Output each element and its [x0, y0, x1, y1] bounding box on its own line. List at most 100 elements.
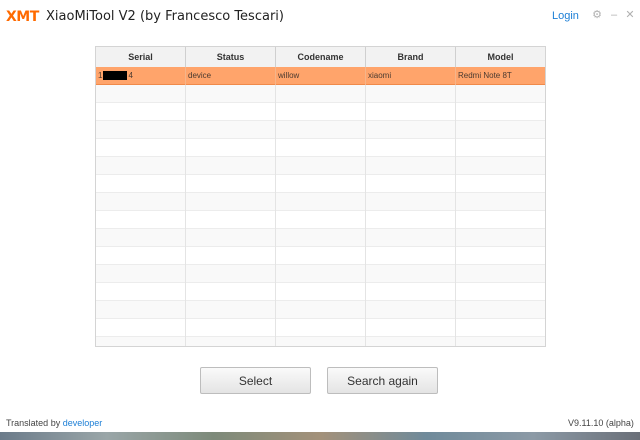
empty-cell [96, 85, 186, 103]
serial-suffix: 4 [128, 71, 133, 80]
empty-cell [96, 211, 186, 229]
empty-cell [96, 121, 186, 139]
empty-cell [366, 337, 456, 346]
minimize-icon[interactable]: – [607, 8, 621, 22]
empty-cell [366, 211, 456, 229]
empty-table-row [96, 85, 545, 103]
column-header-serial[interactable]: Serial [96, 47, 186, 67]
empty-cell [276, 319, 366, 337]
table-row[interactable]: 14 device willow xiaomi Redmi Note 8T [96, 67, 545, 85]
empty-cell [456, 265, 545, 283]
device-table: Serial Status Codename Brand Model 14 de… [95, 46, 546, 347]
empty-cell [366, 139, 456, 157]
empty-cell [96, 265, 186, 283]
empty-cell [186, 121, 276, 139]
empty-cell [186, 337, 276, 346]
empty-cell [186, 103, 276, 121]
empty-cell [276, 229, 366, 247]
table-header: Serial Status Codename Brand Model [96, 47, 545, 68]
translated-by-label: Translated by [6, 418, 61, 428]
desktop-taskbar [0, 432, 640, 440]
app-title: XiaoMiTool V2 (by Francesco Tescari) [46, 9, 284, 24]
empty-cell [366, 283, 456, 301]
footer-credits: Translated by developer [6, 418, 102, 428]
close-icon[interactable]: ✕ [623, 8, 637, 22]
empty-cell [456, 337, 545, 346]
empty-cell [276, 85, 366, 103]
version-label: V9.11.10 (alpha) [568, 418, 634, 428]
gear-icon[interactable]: ⚙ [590, 8, 604, 22]
empty-cell [186, 193, 276, 211]
empty-table-row [96, 211, 545, 229]
login-link[interactable]: Login [552, 10, 579, 22]
developer-link[interactable]: developer [63, 418, 103, 428]
empty-table-row [96, 319, 545, 337]
empty-table-row [96, 265, 545, 283]
empty-cell [456, 103, 545, 121]
empty-cell [96, 175, 186, 193]
empty-cell [186, 283, 276, 301]
empty-cell [366, 157, 456, 175]
empty-cell [96, 229, 186, 247]
empty-cell [456, 157, 545, 175]
empty-cell [456, 247, 545, 265]
empty-table-row [96, 247, 545, 265]
empty-cell [456, 283, 545, 301]
empty-cell [186, 229, 276, 247]
empty-cell [366, 121, 456, 139]
empty-table-row [96, 121, 545, 139]
empty-table-row [96, 301, 545, 319]
cell-serial: 14 [96, 67, 186, 85]
empty-cell [366, 301, 456, 319]
empty-cell [456, 229, 545, 247]
empty-cell [366, 319, 456, 337]
empty-cell [186, 211, 276, 229]
empty-cell [186, 265, 276, 283]
empty-cell [456, 319, 545, 337]
empty-cell [276, 175, 366, 193]
empty-cell [366, 85, 456, 103]
empty-cell [276, 283, 366, 301]
column-header-codename[interactable]: Codename [276, 47, 366, 67]
title-bar: XMT XiaoMiTool V2 (by Francesco Tescari)… [0, 0, 640, 34]
empty-cell [276, 265, 366, 283]
empty-cell [366, 229, 456, 247]
empty-cell [186, 139, 276, 157]
column-header-brand[interactable]: Brand [366, 47, 456, 67]
column-header-status[interactable]: Status [186, 47, 276, 67]
empty-cell [456, 211, 545, 229]
empty-cell [96, 157, 186, 175]
empty-table-row [96, 283, 545, 301]
cell-codename: willow [276, 67, 366, 85]
empty-cell [456, 121, 545, 139]
empty-table-row [96, 193, 545, 211]
search-again-button[interactable]: Search again [327, 367, 438, 394]
empty-cell [96, 247, 186, 265]
redaction-bar [103, 71, 128, 81]
empty-cell [186, 175, 276, 193]
empty-cell [456, 301, 545, 319]
empty-cell [456, 175, 545, 193]
select-button[interactable]: Select [200, 367, 311, 394]
empty-cell [456, 85, 545, 103]
empty-cell [96, 283, 186, 301]
empty-table-row [96, 157, 545, 175]
cell-model: Redmi Note 8T [458, 71, 512, 80]
serial-prefix: 1 [98, 71, 103, 80]
cell-brand: xiaomi [366, 67, 456, 85]
empty-cell [276, 247, 366, 265]
empty-cell [276, 193, 366, 211]
xmt-logo: XMT [6, 9, 39, 25]
empty-cell [186, 85, 276, 103]
empty-cell [186, 319, 276, 337]
empty-cell [96, 301, 186, 319]
empty-table-row [96, 103, 545, 121]
column-header-model[interactable]: Model [456, 47, 545, 67]
empty-cell [456, 193, 545, 211]
empty-cell [186, 301, 276, 319]
empty-cell [96, 139, 186, 157]
empty-table-row [96, 337, 545, 346]
empty-cell [366, 247, 456, 265]
empty-cell [366, 265, 456, 283]
empty-cell [366, 193, 456, 211]
